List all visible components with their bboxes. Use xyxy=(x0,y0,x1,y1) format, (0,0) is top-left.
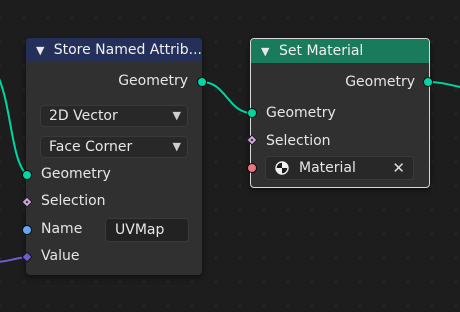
set-material-output-geometry-socket[interactable] xyxy=(423,77,433,87)
set-material-input-material-socket[interactable] xyxy=(247,163,257,173)
data-type-dropdown[interactable]: 2D Vector ▼ xyxy=(40,105,188,127)
set-material-input-geometry-socket[interactable] xyxy=(247,108,257,118)
store-named-attribute-header[interactable]: ▼ Store Named Attrib... xyxy=(26,38,202,62)
link-incoming-geometry xyxy=(0,78,28,176)
input-geometry-label: Geometry xyxy=(266,105,336,121)
store-input-geometry-socket[interactable] xyxy=(22,170,32,180)
chevron-down-icon[interactable]: ▼ xyxy=(261,45,275,58)
input-geometry-label: Geometry xyxy=(41,166,111,182)
set-material-node[interactable]: ▼ Set Material Geometry Geometry Selecti… xyxy=(250,38,430,188)
set-material-header[interactable]: ▼ Set Material xyxy=(251,39,429,63)
material-sphere-icon xyxy=(275,161,289,175)
input-selection-label: Selection xyxy=(41,193,106,209)
chevron-down-icon: ▼ xyxy=(172,109,181,122)
chevron-down-icon: ▼ xyxy=(172,140,181,153)
store-named-attribute-node[interactable]: ▼ Store Named Attrib... Geometry 2D Vect… xyxy=(26,38,202,275)
node-title: Set Material xyxy=(279,43,364,59)
name-field-value: UVMap xyxy=(115,222,165,238)
store-output-geometry-socket[interactable] xyxy=(197,77,207,87)
input-value-label: Value xyxy=(41,248,80,264)
material-label: Material xyxy=(299,160,356,176)
chevron-down-icon[interactable]: ▼ xyxy=(36,44,50,57)
input-name-label: Name xyxy=(41,221,83,237)
domain-dropdown[interactable]: Face Corner ▼ xyxy=(40,136,188,158)
output-geometry-label: Geometry xyxy=(118,73,188,89)
x-icon[interactable]: ✕ xyxy=(392,159,405,177)
name-field[interactable]: UVMap xyxy=(105,218,189,242)
input-selection-label: Selection xyxy=(266,133,331,149)
store-input-name-socket[interactable] xyxy=(22,225,32,235)
material-field[interactable]: Material ✕ xyxy=(265,156,414,180)
domain-value: Face Corner xyxy=(49,139,133,155)
output-geometry-label: Geometry xyxy=(345,74,415,90)
data-type-value: 2D Vector xyxy=(49,108,118,124)
node-title: Store Named Attrib... xyxy=(53,42,202,58)
link-geometry-to-set-material xyxy=(201,81,253,114)
